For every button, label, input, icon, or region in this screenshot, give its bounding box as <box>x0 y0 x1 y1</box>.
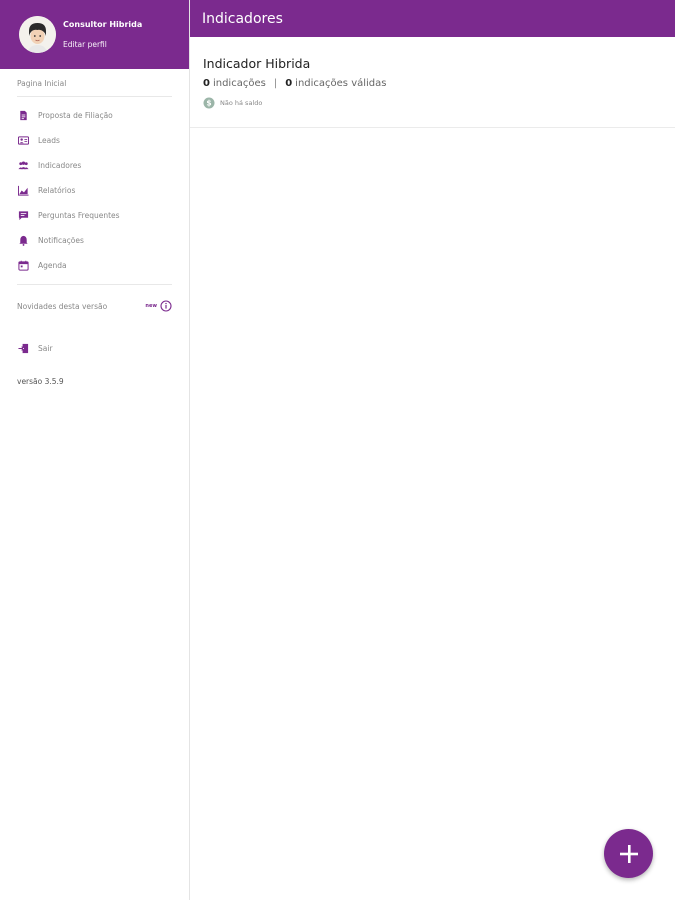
sidebar-item-notificacoes[interactable]: Notificações <box>0 228 189 253</box>
leads-icon <box>17 135 29 147</box>
avatar[interactable] <box>19 16 56 53</box>
version-text: versão 3.5.9 <box>17 377 64 386</box>
chat-icon <box>17 210 29 222</box>
nav-list: Proposta de Filiação Leads Indicadores R… <box>0 97 189 278</box>
profile-header[interactable]: Consultor Hibrida Editar perfil <box>0 0 189 69</box>
sidebar-item-label: Leads <box>38 136 60 145</box>
chart-icon <box>17 185 29 197</box>
valid-count: 0 <box>285 78 293 89</box>
stats-separator: | <box>273 78 278 89</box>
indicator-card[interactable]: Indicador Hibrida 0 indicações | 0 indic… <box>190 37 675 128</box>
sidebar: Consultor Hibrida Editar perfil Pagina I… <box>0 0 190 900</box>
logout-icon <box>17 342 29 354</box>
app-bar: Indicadores <box>190 0 675 37</box>
sidebar-item-proposta[interactable]: Proposta de Filiação <box>0 103 189 128</box>
money-icon: $ <box>203 97 215 109</box>
balance-label: Não há saldo <box>220 99 263 107</box>
edit-profile-link[interactable]: Editar perfil <box>63 39 142 51</box>
divider <box>17 284 172 285</box>
sidebar-item-relatorios[interactable]: Relatórios <box>0 178 189 203</box>
people-icon <box>17 160 29 172</box>
sidebar-item-label: Agenda <box>38 261 67 270</box>
indicator-stats: 0 indicações | 0 indicações válidas <box>203 78 675 89</box>
document-icon <box>17 110 29 122</box>
sidebar-item-label: Perguntas Frequentes <box>38 211 120 220</box>
add-indicator-button[interactable] <box>604 829 653 878</box>
balance-row: $ Não há saldo <box>203 97 675 109</box>
indications-count: 0 <box>203 78 210 89</box>
sidebar-item-label: Proposta de Filiação <box>38 111 113 120</box>
sidebar-item-label: Indicadores <box>38 161 82 170</box>
logout-button[interactable]: Sair <box>0 335 189 361</box>
sidebar-item-indicadores[interactable]: Indicadores <box>0 153 189 178</box>
svg-text:$: $ <box>206 99 211 108</box>
sidebar-item-label: Notificações <box>38 236 84 245</box>
indications-label: indicações <box>212 78 266 89</box>
indicator-name: Indicador Hibrida <box>203 56 311 71</box>
bell-icon <box>17 235 29 247</box>
logout-label: Sair <box>38 343 53 353</box>
page-title: Indicadores <box>202 10 283 27</box>
valid-label: indicações válidas <box>295 78 387 89</box>
sidebar-item-leads[interactable]: Leads <box>0 128 189 153</box>
new-badge-text: new <box>145 303 157 309</box>
sidebar-item-agenda[interactable]: Agenda <box>0 253 189 278</box>
news-label: Novidades desta versão <box>17 301 108 311</box>
plus-icon <box>619 844 638 863</box>
sidebar-item-label: Relatórios <box>38 186 76 195</box>
nav-home[interactable]: Pagina Inicial <box>0 69 189 96</box>
sidebar-item-perguntas[interactable]: Perguntas Frequentes <box>0 203 189 228</box>
news-badge: new <box>145 300 172 312</box>
profile-name: Consultor Hibrida <box>63 19 143 29</box>
calendar-icon <box>17 260 29 272</box>
news-item[interactable]: Novidades desta versão new <box>0 289 189 323</box>
info-icon <box>160 300 172 312</box>
